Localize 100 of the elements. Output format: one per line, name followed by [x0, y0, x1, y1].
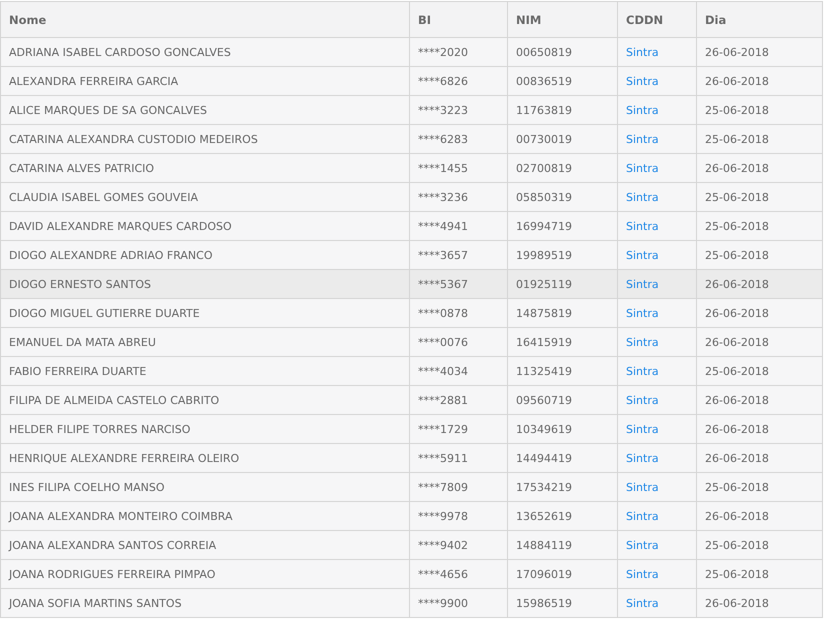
- place-link[interactable]: Sintra: [626, 132, 659, 146]
- table-row[interactable]: FABIO FERREIRA DUARTE ****4034 11325419 Sintra 25-06-2018: [0, 356, 822, 386]
- table-row[interactable]: HENRIQUE ALEXANDRE FERREIRA OLEIRO ****5911 14494419 Sintra 26-06-2018: [0, 444, 822, 472]
- table-cell: ****9978: [410, 502, 508, 530]
- table-cell: 11325419: [508, 356, 618, 386]
- table-row[interactable]: JOANA ALEXANDRA MONTEIRO COIMBRA ****9978 13652619 Sintra 26-06-2018: [0, 502, 822, 530]
- place-link[interactable]: Sintra: [626, 306, 659, 320]
- table-cell: 05850319: [508, 182, 618, 212]
- table-cell: ****2020: [410, 38, 508, 66]
- table-cell: 17096019: [508, 560, 618, 588]
- place-link[interactable]: Sintra: [626, 452, 659, 464]
- table-cell: ****2881: [410, 386, 508, 414]
- table-row[interactable]: DIOGO MIGUEL GUTIERRE DUARTE ****0878 14875819 Sintra 26-06-2018: [0, 298, 822, 328]
- place-link[interactable]: Sintra: [626, 538, 659, 552]
- table-cell: DIOGO MIGUEL GUTIERRE DUARTE: [0, 298, 410, 328]
- table-cell: ****4941: [410, 212, 508, 240]
- table-cell: JOANA ALEXANDRA SANTOS CORREIA: [0, 530, 410, 560]
- place-link[interactable]: Sintra: [626, 394, 659, 406]
- table-row[interactable]: ALEXANDRA FERREIRA GARCIA ****6826 00836519 Sintra 26-06-2018: [0, 66, 822, 96]
- table-row[interactable]: ALICE MARQUES DE SA GONCALVES ****3223 11763819 Sintra 25-06-2018: [0, 96, 822, 124]
- table-cell: 25-06-2018: [696, 356, 822, 386]
- table-cell: 01925119: [508, 270, 618, 298]
- table-cell: 25-06-2018: [696, 530, 822, 560]
- place-link[interactable]: Sintra: [626, 568, 659, 580]
- table-row[interactable]: JOANA RODRIGUES FERREIRA PIMPAO ****4656 17096019 Sintra 25-06-2018: [0, 560, 822, 588]
- table-cell: JOANA RODRIGUES FERREIRA PIMPAO: [0, 560, 410, 588]
- table-cell: 00650819: [508, 38, 618, 66]
- table-cell: 16994719: [508, 212, 618, 240]
- place-link[interactable]: Sintra: [626, 74, 659, 88]
- table-cell: CLAUDIA ISABEL GOMES GOUVEIA: [0, 182, 410, 212]
- table-row[interactable]: DAVID ALEXANDRE MARQUES CARDOSO ****4941 16994719 Sintra 25-06-2018: [0, 212, 822, 240]
- table-cell: ****5911: [410, 444, 508, 472]
- table-cell: 25-06-2018: [696, 212, 822, 240]
- place-link[interactable]: Sintra: [626, 596, 659, 610]
- table-cell: EMANUEL DA MATA ABREU: [0, 328, 410, 356]
- table-row[interactable]: CATARINA ALEXANDRA CUSTODIO MEDEIROS ****6283 00730019 Sintra 25-06-2018: [0, 124, 822, 154]
- place-link[interactable]: Sintra: [626, 220, 659, 232]
- table-cell: 09560719: [508, 386, 618, 414]
- table-cell: 14494419: [508, 444, 618, 472]
- place-link[interactable]: Sintra: [626, 364, 659, 378]
- table-cell: 02700819: [508, 154, 618, 182]
- table-cell: CATARINA ALVES PATRICIO: [0, 154, 410, 182]
- table-cell: HENRIQUE ALEXANDRE FERREIRA OLEIRO: [0, 444, 410, 472]
- place-link[interactable]: Sintra: [626, 248, 659, 262]
- place-link[interactable]: Sintra: [626, 104, 659, 116]
- table-cell: 26-06-2018: [696, 66, 822, 96]
- table-cell: 13652619: [508, 502, 618, 530]
- table-row[interactable]: CATARINA ALVES PATRICIO ****1455 02700819 Sintra 26-06-2018: [0, 154, 822, 182]
- table-row[interactable]: DIOGO ERNESTO SANTOS ****5367 01925119 Sintra 26-06-2018: [0, 270, 822, 298]
- table-cell: 26-06-2018: [696, 588, 822, 618]
- table-cell: 26-06-2018: [696, 298, 822, 328]
- table-cell: 26-06-2018: [696, 154, 822, 182]
- place-link[interactable]: Sintra: [626, 278, 659, 290]
- place-link[interactable]: Sintra: [626, 422, 659, 436]
- place-link[interactable]: Sintra: [626, 510, 659, 522]
- table-cell: ****1455: [410, 154, 508, 182]
- table-cell: 25-06-2018: [696, 96, 822, 124]
- table-cell: 26-06-2018: [696, 328, 822, 356]
- place-link[interactable]: Sintra: [626, 336, 659, 348]
- table-cell: 10349619: [508, 414, 618, 444]
- table-cell: 17534219: [508, 472, 618, 502]
- table-cell: ****0878: [410, 298, 508, 328]
- place-link[interactable]: Sintra: [626, 480, 659, 494]
- table-cell: CATARINA ALEXANDRA CUSTODIO MEDEIROS: [0, 124, 410, 154]
- table-cell: ****3223: [410, 96, 508, 124]
- table-row[interactable]: JOANA SOFIA MARTINS SANTOS ****9900 15986519 Sintra 26-06-2018: [0, 588, 822, 618]
- table-row[interactable]: HELDER FILIPE TORRES NARCISO ****1729 10349619 Sintra 26-06-2018: [0, 414, 822, 444]
- table-cell: 16415919: [508, 328, 618, 356]
- column-header: NIM: [508, 2, 618, 38]
- table-cell: 26-06-2018: [696, 38, 822, 66]
- table-cell: FILIPA DE ALMEIDA CASTELO CABRITO: [0, 386, 410, 414]
- table-row[interactable]: JOANA ALEXANDRA SANTOS CORREIA ****9402 14884119 Sintra 25-06-2018: [0, 530, 822, 560]
- place-link[interactable]: Sintra: [626, 46, 659, 58]
- table-cell: 00730019: [508, 124, 618, 154]
- table-cell: ****9402: [410, 530, 508, 560]
- table-row[interactable]: EMANUEL DA MATA ABREU ****0076 16415919 Sintra 26-06-2018: [0, 328, 822, 356]
- table-row[interactable]: ADRIANA ISABEL CARDOSO GONCALVES ****2020 00650819 Sintra 26-06-2018: [0, 38, 822, 66]
- table-row[interactable]: CLAUDIA ISABEL GOMES GOUVEIA ****3236 05850319 Sintra 25-06-2018: [0, 182, 822, 212]
- table-cell: ****5367: [410, 270, 508, 298]
- table-cell: ****3236: [410, 182, 508, 212]
- table-cell: ****6826: [410, 66, 508, 96]
- table-cell: DAVID ALEXANDRE MARQUES CARDOSO: [0, 212, 410, 240]
- table-cell: 11763819: [508, 96, 618, 124]
- column-header: Dia: [696, 2, 822, 38]
- table-cell: ALEXANDRA FERREIRA GARCIA: [0, 66, 410, 96]
- column-header: Nome: [0, 2, 410, 38]
- place-link[interactable]: Sintra: [626, 162, 659, 174]
- table-cell: HELDER FILIPE TORRES NARCISO: [0, 414, 410, 444]
- place-link[interactable]: Sintra: [626, 190, 659, 204]
- table-cell: ****1729: [410, 414, 508, 444]
- table-row[interactable]: INES FILIPA COELHO MANSO ****7809 17534219 Sintra 25-06-2018: [0, 472, 822, 502]
- table-cell: ALICE MARQUES DE SA GONCALVES: [0, 96, 410, 124]
- table-cell: DIOGO ERNESTO SANTOS: [0, 270, 410, 298]
- table-cell: 14884119: [508, 530, 618, 560]
- table-cell: 25-06-2018: [696, 560, 822, 588]
- table-cell: ****0076: [410, 328, 508, 356]
- table-cell: 26-06-2018: [696, 502, 822, 530]
- table-cell: 26-06-2018: [696, 414, 822, 444]
- table-cell: 25-06-2018: [696, 182, 822, 212]
- table-row[interactable]: FILIPA DE ALMEIDA CASTELO CABRITO ****2881 09560719 Sintra 26-06-2018: [0, 386, 822, 414]
